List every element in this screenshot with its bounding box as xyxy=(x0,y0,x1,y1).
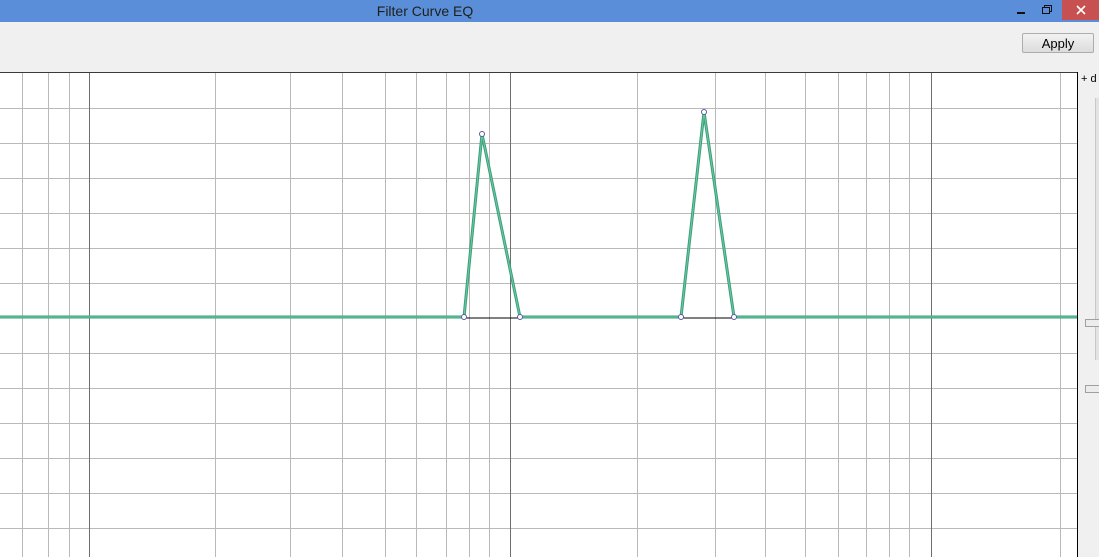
minimize-button[interactable] xyxy=(1008,0,1034,20)
minimize-icon xyxy=(1017,12,1025,14)
control-point[interactable] xyxy=(479,131,485,137)
eq-curve-highlight xyxy=(0,111,1077,318)
control-points[interactable] xyxy=(461,109,737,320)
close-button[interactable] xyxy=(1062,0,1099,20)
title-bar: Filter Curve EQ xyxy=(0,0,1099,22)
eq-curve[interactable] xyxy=(0,110,1077,319)
close-icon xyxy=(1075,5,1086,15)
eq-graph-canvas[interactable] xyxy=(0,72,1077,557)
control-point[interactable] xyxy=(731,314,737,320)
apply-button[interactable]: Apply xyxy=(1022,33,1094,53)
control-point[interactable] xyxy=(678,314,684,320)
control-point[interactable] xyxy=(461,314,467,320)
toolbar: Apply xyxy=(0,22,1099,72)
slider-thumb-top[interactable] xyxy=(1085,319,1099,327)
eq-graph[interactable] xyxy=(0,72,1077,557)
control-point[interactable] xyxy=(701,109,707,115)
restore-icon xyxy=(1042,5,1052,14)
window-title: Filter Curve EQ xyxy=(376,3,474,19)
restore-button[interactable] xyxy=(1034,0,1060,20)
db-scale-label: + d xyxy=(1081,73,1097,85)
slider-thumb-bottom[interactable] xyxy=(1085,385,1099,393)
grid-lines xyxy=(0,73,1077,557)
control-point[interactable] xyxy=(517,314,523,320)
